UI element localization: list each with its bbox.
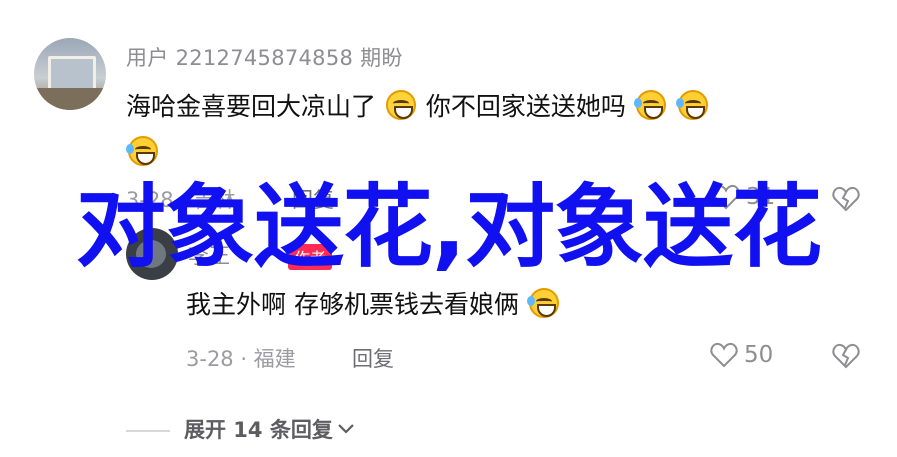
- expand-divider: [126, 430, 170, 432]
- reply-like-button[interactable]: 50: [710, 342, 773, 368]
- expand-replies-label: 展开 14 条回复: [184, 418, 333, 442]
- broken-heart-icon: [832, 343, 860, 369]
- tears-of-joy-emoji-icon: [633, 90, 666, 120]
- tears-of-joy-emoji-icon: [675, 90, 708, 120]
- comment-text-part2: 你不回家送送她吗: [425, 92, 626, 121]
- comment-text-part1: 海哈金喜要回大凉山了: [126, 92, 377, 121]
- tears-of-joy-emoji-icon: [126, 136, 158, 166]
- reply-text: 我主外啊 存够机票钱去看娘俩: [186, 285, 561, 321]
- tears-of-joy-emoji-icon: [526, 288, 559, 318]
- overlay-caption: 对象送花,对象送花: [75, 175, 822, 280]
- reply-dislike-button[interactable]: [832, 343, 860, 369]
- comment-text: 海哈金喜要回大凉山了 你不回家送送她吗: [126, 84, 846, 176]
- avatar-image-ground: [34, 88, 106, 110]
- grin-emoji-icon: [385, 90, 416, 120]
- reply-like-count: 50: [744, 342, 774, 368]
- reply-reply-button[interactable]: 回复: [352, 343, 394, 373]
- avatar[interactable]: [34, 38, 106, 110]
- heart-icon: [710, 342, 738, 368]
- chevron-down-icon: [338, 424, 354, 434]
- reply-text-body: 我主外啊 存够机票钱去看娘俩: [186, 290, 519, 319]
- expand-replies-button[interactable]: 展开 14 条回复: [184, 414, 355, 444]
- comment-username[interactable]: 用户 2212745874858 期盼: [126, 42, 403, 72]
- reply-date-location: 3-28 · 福建: [186, 347, 296, 371]
